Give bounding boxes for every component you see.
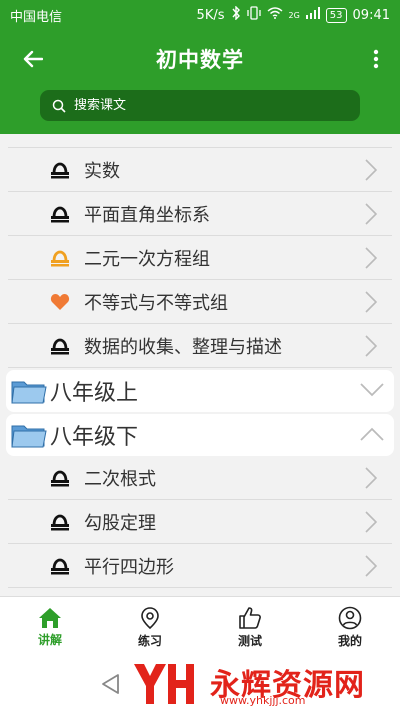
chapter-row[interactable]: 不等式与不等式组: [8, 280, 392, 324]
watermark-logo: [134, 664, 194, 704]
signal-icon: [305, 7, 320, 23]
chevron-right-icon: [365, 159, 378, 181]
chapter-row[interactable]: 二次根式: [8, 456, 392, 500]
folder-icon: [11, 425, 47, 448]
wifi-icon: [267, 7, 283, 23]
scale-icon: [51, 206, 69, 223]
nav-label: 练习: [137, 634, 162, 648]
chapter-label: 不等式与不等式组: [84, 292, 228, 314]
search-icon: [52, 99, 66, 113]
chapter-row[interactable]: 二元一次方程组: [8, 236, 392, 280]
group-header-grade8-upper[interactable]: 八年级上: [6, 370, 394, 412]
chapter-label: 勾股定理: [84, 512, 156, 534]
nav-tab-practice[interactable]: 练习: [100, 597, 200, 658]
chevron-down-icon: [360, 383, 384, 397]
chevron-right-icon: [365, 511, 378, 533]
app-bar: 初中数学: [0, 30, 400, 134]
carrier-label: 中国电信: [10, 9, 63, 25]
chevron-right-icon: [365, 467, 378, 489]
network-type: 2G: [288, 10, 300, 20]
system-navigation-bar: 永辉资源网 www.yhkjjj.com: [0, 658, 400, 711]
chapter-row[interactable]: 数据的收集、整理与描述: [8, 324, 392, 368]
chapter-row[interactable]: 平行四边形: [8, 544, 392, 588]
status-bar: 中国电信 5K/s 2G 53 09:41: [0, 0, 400, 30]
scale-icon: [51, 338, 69, 355]
nav-tab-test[interactable]: 测试: [200, 597, 300, 658]
chevron-right-icon: [365, 555, 378, 577]
scale-icon: [51, 162, 69, 179]
chapter-list: 实数平面直角坐标系 二元一次方程组 不等式与不等式组数据的收集、整理与描述 八年级上…: [0, 134, 400, 594]
scale-icon: [51, 250, 69, 267]
chevron-up-icon: [360, 427, 384, 441]
watermark: 永辉资源网 www.yhkjjj.com: [130, 658, 390, 711]
nav-tab-explain[interactable]: 讲解: [0, 597, 100, 658]
search-input[interactable]: [74, 98, 334, 113]
network-speed: 5K/s: [196, 7, 225, 23]
chapter-label: 实数: [84, 160, 120, 182]
thumbs-up-icon: [239, 607, 261, 629]
chapter-label: 二元一次方程组: [84, 248, 210, 270]
group-header-grade8-lower[interactable]: 八年级下: [6, 414, 394, 456]
system-back-icon[interactable]: [100, 673, 122, 695]
more-menu-button[interactable]: [364, 42, 388, 76]
location-icon: [141, 607, 159, 630]
scale-icon: [51, 470, 69, 487]
battery-indicator: 53: [325, 7, 347, 23]
bluetooth-icon: [231, 5, 241, 24]
chapter-row[interactable]: 实数: [8, 148, 392, 192]
scale-icon: [51, 514, 69, 531]
home-icon: [39, 608, 61, 628]
vibrate-icon: [246, 6, 261, 24]
chevron-right-icon: [365, 247, 378, 269]
nav-label: 测试: [237, 634, 262, 648]
scale-icon: [51, 558, 69, 575]
nav-label: 我的: [337, 634, 362, 648]
page-title: 初中数学: [156, 48, 244, 72]
chapter-row[interactable]: 勾股定理: [8, 500, 392, 544]
search-bar[interactable]: [40, 90, 360, 121]
chapter-label: 二次根式: [84, 468, 156, 490]
watermark-url: www.yhkjjj.com: [220, 694, 306, 707]
chevron-right-icon: [365, 291, 378, 313]
bottom-navigation: 讲解 练习 测试 我的: [0, 596, 400, 658]
group-label: 八年级下: [50, 425, 139, 450]
chapter-label: 平行四边形: [84, 556, 174, 578]
clock: 09:41: [352, 7, 390, 23]
user-icon: [338, 606, 362, 630]
folder-icon: [11, 381, 47, 404]
chapter-label: 数据的收集、整理与描述: [84, 336, 282, 358]
list-top-divider: [8, 134, 392, 148]
status-icons: 5K/s 2G 53 09:41: [196, 5, 390, 24]
more-vertical-icon: [373, 49, 379, 69]
chapter-label: 平面直角坐标系: [84, 204, 210, 226]
heart-icon: [50, 294, 70, 310]
chapter-row[interactable]: 平面直角坐标系: [8, 192, 392, 236]
nav-label: 讲解: [37, 633, 62, 647]
chevron-right-icon: [365, 335, 378, 357]
chevron-right-icon: [365, 203, 378, 225]
nav-tab-mine[interactable]: 我的: [300, 597, 400, 658]
group-label: 八年级上: [50, 381, 139, 406]
